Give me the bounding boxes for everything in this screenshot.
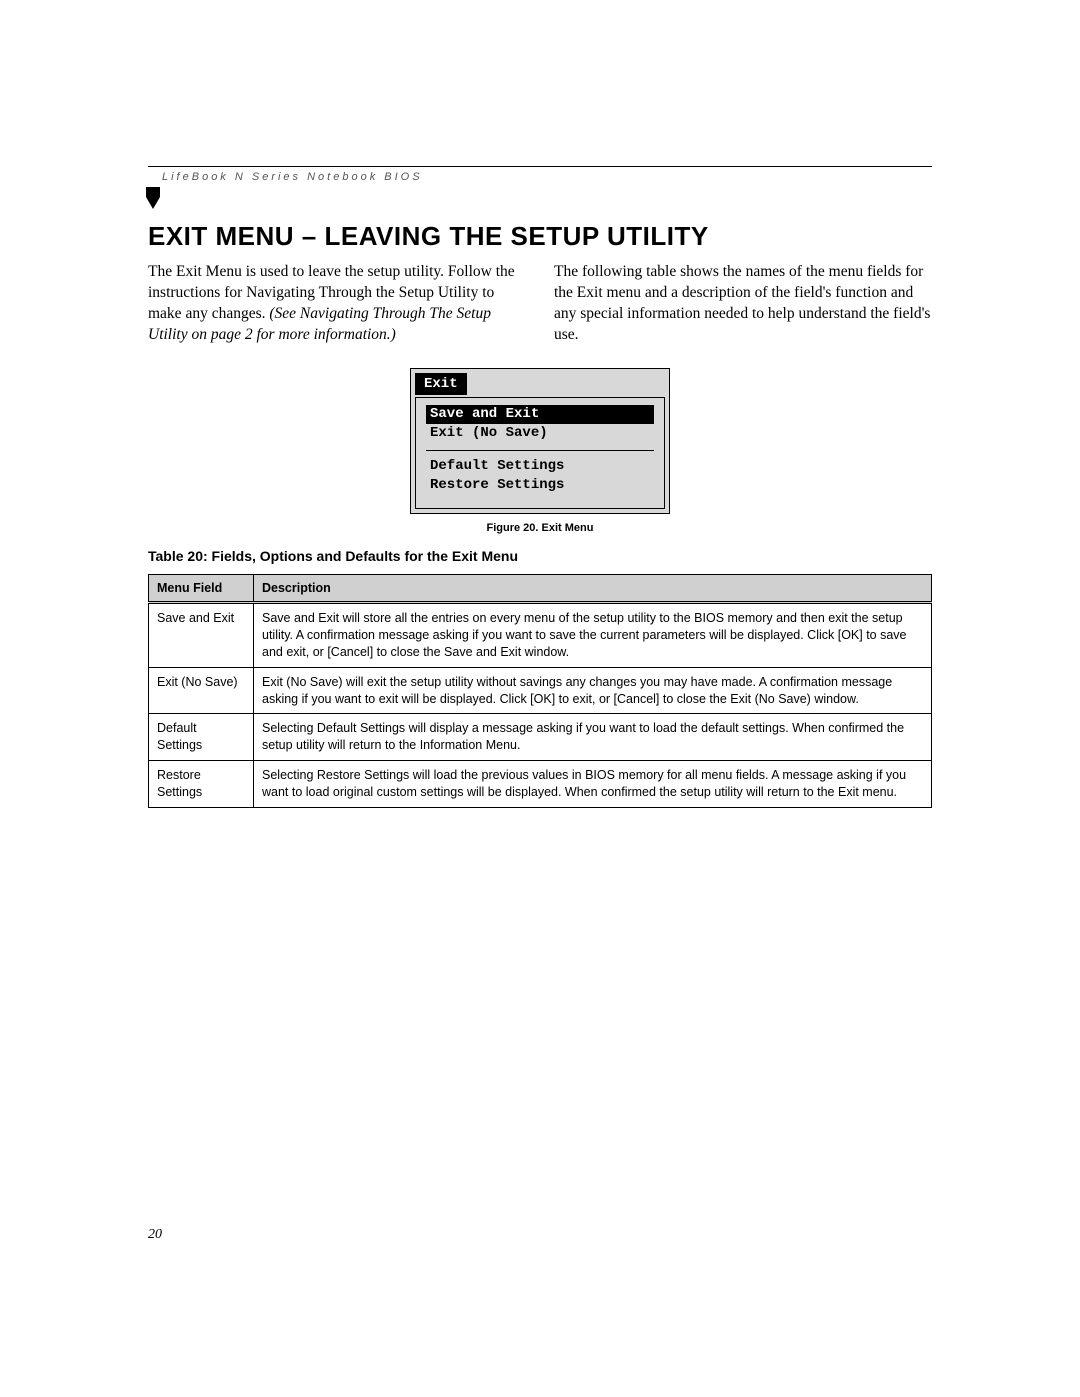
- table-row: Default Settings Selecting Default Setti…: [149, 714, 932, 761]
- bios-item-default-settings: Default Settings: [426, 457, 654, 477]
- fields-table: Menu Field Description Save and Exit Sav…: [148, 574, 932, 808]
- cell-field: Restore Settings: [149, 761, 254, 808]
- bios-item-restore-settings: Restore Settings: [426, 476, 654, 496]
- intro-col-left: The Exit Menu is used to leave the setup…: [148, 262, 526, 346]
- table-row: Save and Exit Save and Exit will store a…: [149, 603, 932, 668]
- figure-caption: Figure 20. Exit Menu: [487, 522, 594, 534]
- cell-desc: Selecting Restore Settings will load the…: [254, 761, 932, 808]
- table-caption: Table 20: Fields, Options and Defaults f…: [148, 548, 932, 564]
- bios-tab-exit: Exit: [415, 373, 467, 395]
- figure-exit-menu: Exit Save and Exit Exit (No Save) Defaul…: [148, 368, 932, 534]
- cell-field: Exit (No Save): [149, 667, 254, 714]
- bios-divider: [426, 450, 654, 451]
- page-number: 20: [148, 1227, 162, 1243]
- intro-columns: The Exit Menu is used to leave the setup…: [148, 262, 932, 346]
- table-row: Restore Settings Selecting Restore Setti…: [149, 761, 932, 808]
- page-content: LifeBook N Series Notebook BIOS EXIT MEN…: [148, 166, 932, 808]
- cell-desc: Exit (No Save) will exit the setup utili…: [254, 667, 932, 714]
- cell-field: Default Settings: [149, 714, 254, 761]
- table-header-row: Menu Field Description: [149, 575, 932, 603]
- bios-item-save-and-exit: Save and Exit: [426, 405, 654, 425]
- th-menu-field: Menu Field: [149, 575, 254, 603]
- table-row: Exit (No Save) Exit (No Save) will exit …: [149, 667, 932, 714]
- section-title: EXIT MENU – LEAVING THE SETUP UTILITY: [148, 221, 932, 252]
- cell-desc: Save and Exit will store all the entries…: [254, 603, 932, 668]
- bios-screenshot: Exit Save and Exit Exit (No Save) Defaul…: [410, 368, 670, 514]
- running-header: LifeBook N Series Notebook BIOS: [148, 166, 932, 183]
- th-description: Description: [254, 575, 932, 603]
- cell-field: Save and Exit: [149, 603, 254, 668]
- bios-menu-body: Save and Exit Exit (No Save) Default Set…: [415, 397, 665, 509]
- intro-col-right: The following table shows the names of t…: [554, 262, 932, 346]
- bios-item-exit-no-save: Exit (No Save): [426, 424, 654, 444]
- cell-desc: Selecting Default Settings will display …: [254, 714, 932, 761]
- document-page: LifeBook N Series Notebook BIOS EXIT MEN…: [0, 0, 1080, 1397]
